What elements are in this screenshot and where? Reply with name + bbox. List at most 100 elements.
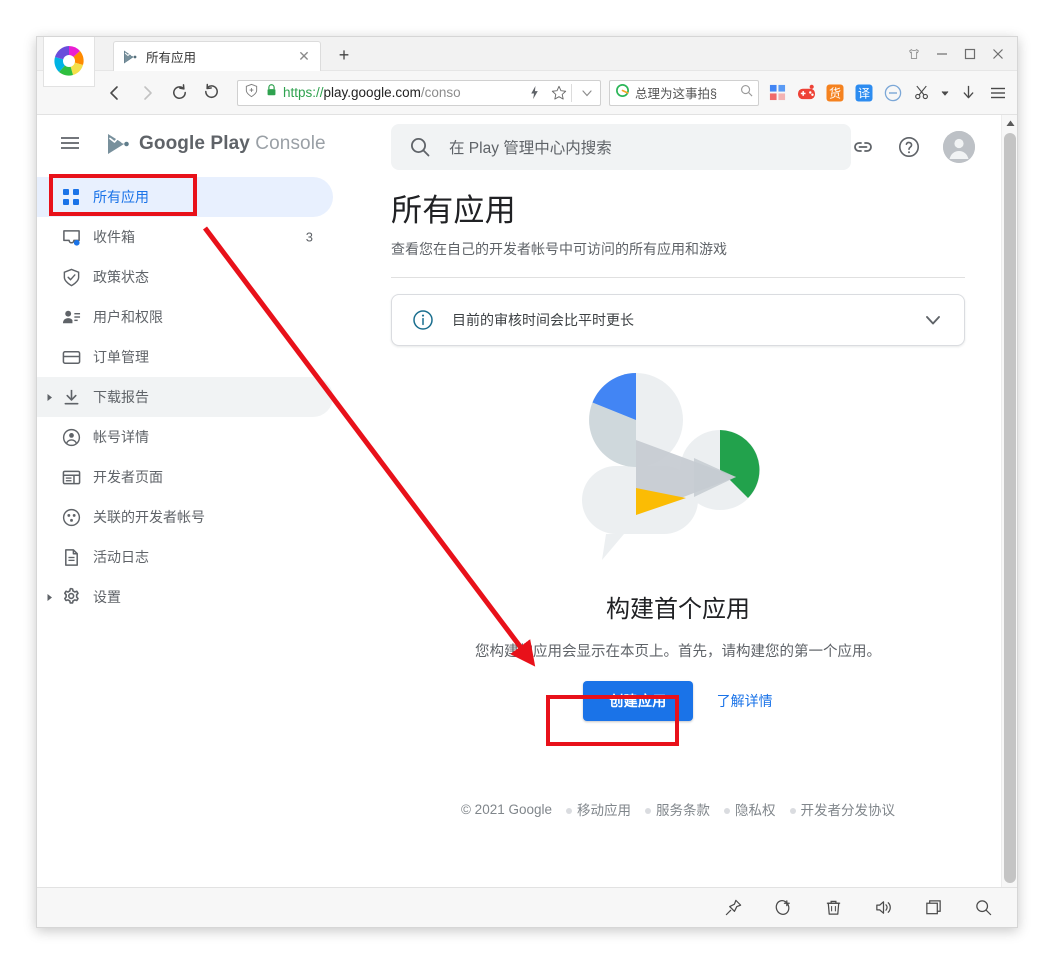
sidebar-item-label: 订单管理: [93, 349, 149, 365]
sidebar-item-activity-log[interactable]: 活动日志: [37, 537, 333, 577]
info-banner[interactable]: 目前的审核时间会比平时更长: [391, 294, 965, 346]
sidebar-item-users-permissions[interactable]: 用户和权限: [37, 297, 333, 337]
volume-icon[interactable]: [873, 898, 893, 918]
grid-apps-icon: [61, 187, 81, 207]
extensions-bar: 货 译: [767, 82, 1017, 104]
chevron-down-icon[interactable]: [941, 83, 949, 103]
scrollbar-thumb[interactable]: [1004, 133, 1016, 883]
sidebar-item-policy-status[interactable]: 政策状态: [37, 257, 333, 297]
shield-icon[interactable]: [244, 83, 259, 103]
window-icon[interactable]: [923, 898, 943, 918]
trash-icon[interactable]: [823, 898, 843, 918]
link-icon[interactable]: [851, 135, 875, 159]
search-icon[interactable]: [740, 84, 753, 102]
footer-link-label: 移动应用: [577, 803, 631, 818]
footer-link-item[interactable]: 服务条款: [645, 799, 710, 819]
close-button[interactable]: [985, 41, 1011, 67]
sidebar-item-inbox[interactable]: 收件箱 3: [37, 217, 333, 257]
close-icon[interactable]: ✕: [296, 48, 312, 65]
learn-more-link[interactable]: 了解详情: [717, 691, 773, 711]
chevron-down-icon[interactable]: [922, 309, 944, 331]
console-topbar: 在 Play 管理中心内搜索: [355, 115, 1001, 179]
footer-link-item[interactable]: 隐私权: [724, 799, 776, 819]
forward-button[interactable]: [133, 79, 161, 107]
browser-statusbar: [37, 887, 1017, 927]
sidebar-item-download-reports[interactable]: 下载报告: [37, 377, 333, 417]
star-icon[interactable]: [551, 85, 567, 101]
url-bar[interactable]: https://play.google.com/conso: [237, 79, 601, 106]
sidebar-item-order-management[interactable]: 订单管理: [37, 337, 333, 377]
console-search-input[interactable]: 在 Play 管理中心内搜索: [391, 124, 851, 170]
sidebar-item-developer-page[interactable]: 开发者页面: [37, 457, 333, 497]
translate-extension-icon[interactable]: 译: [854, 83, 874, 103]
download-icon[interactable]: [958, 83, 978, 103]
page-title: 所有应用: [391, 193, 516, 228]
console-search-placeholder: 在 Play 管理中心内搜索: [449, 140, 612, 157]
topbar-actions: [851, 131, 975, 163]
url-scheme: https://: [283, 85, 324, 100]
browser-logo: [43, 37, 95, 87]
help-circle-icon[interactable]: [897, 135, 921, 159]
browser-window: 所有应用 ✕ + https://play.google.com/conso 总…: [36, 36, 1018, 928]
search-query: 总理为这事拍§: [635, 87, 717, 101]
skin-shirt-icon[interactable]: [901, 41, 927, 67]
browser-navbar: https://play.google.com/conso 总理为这事拍§ 货 …: [37, 71, 1017, 115]
sidebar-item-label: 设置: [93, 589, 121, 605]
pin-icon[interactable]: [723, 898, 743, 918]
sidebar-item-label: 政策状态: [93, 269, 149, 285]
browser-tabstrip: 所有应用 ✕ +: [37, 37, 1017, 87]
lock-icon: [265, 83, 278, 102]
back-button[interactable]: [101, 79, 129, 107]
sidebar-item-account-details[interactable]: 帐号详情: [37, 417, 333, 457]
scroll-up-arrow-icon[interactable]: [1002, 115, 1017, 131]
sidebar-item-label: 所有应用: [93, 189, 149, 205]
browser-tab[interactable]: 所有应用 ✕: [113, 41, 321, 71]
undo-button[interactable]: [197, 79, 225, 107]
lightning-icon[interactable]: [528, 85, 541, 100]
page-scrollbar[interactable]: [1001, 115, 1017, 907]
bullet-dot-icon: [645, 808, 651, 815]
browser-menu-icon[interactable]: [987, 82, 1009, 104]
account-circle-icon: [61, 427, 81, 447]
search-icon: [409, 136, 431, 158]
footer-link-label: 开发者分发协议: [800, 803, 896, 818]
reload-button[interactable]: [165, 79, 193, 107]
maximize-button[interactable]: [957, 41, 983, 67]
chevron-down-icon[interactable]: [580, 86, 594, 100]
create-app-button[interactable]: 创建应用: [583, 681, 693, 721]
sidebar-item-all-apps[interactable]: 所有应用: [37, 177, 333, 217]
grid-extension-icon[interactable]: [767, 83, 787, 103]
pen-circle-icon[interactable]: [773, 898, 793, 918]
game-controller-extension-icon[interactable]: [796, 83, 816, 103]
search-icon[interactable]: [973, 898, 993, 918]
new-tab-button[interactable]: +: [333, 45, 355, 67]
brand-name-light: Console: [249, 133, 326, 154]
chevron-right-icon[interactable]: [43, 591, 55, 603]
search-input[interactable]: 总理为这事拍§: [609, 79, 759, 106]
screenshot-root: 所有应用 ✕ + https://play.google.com/conso 总…: [0, 0, 1053, 958]
sidebar-item-linked-developer-accounts[interactable]: 关联的开发者帐号: [37, 497, 333, 537]
screenshot-scissors-icon[interactable]: [912, 83, 932, 103]
qihoo-search-icon: [615, 83, 630, 103]
sidebar-item-label: 收件箱: [93, 229, 135, 245]
linked-accounts-icon: [61, 507, 81, 527]
google-play-icon: [122, 49, 138, 65]
minimize-button[interactable]: [929, 41, 955, 67]
sidebar-item-settings[interactable]: 设置: [37, 577, 333, 617]
footer-copyright: © 2021 Google: [460, 801, 552, 817]
console-sidebar: Google Play Console 所有应用 收件箱 3 政策状态 用户和权…: [37, 115, 355, 907]
empty-state: 构建首个应用 您构建的应用会显示在本页上。首先，请构建您的第一个应用。 创建应用…: [355, 352, 1001, 721]
hamburger-menu-icon[interactable]: [59, 132, 83, 156]
bullet-dot-icon: [724, 808, 730, 815]
user-avatar-icon[interactable]: [943, 131, 975, 163]
adblock-extension-icon[interactable]: [883, 83, 903, 103]
page-viewport: Google Play Console 所有应用 收件箱 3 政策状态 用户和权…: [37, 115, 1017, 907]
footer-link-item[interactable]: 开发者分发协议: [789, 799, 896, 819]
sidebar-item-label: 开发者页面: [93, 469, 163, 485]
footer-link-item[interactable]: 移动应用: [566, 799, 631, 819]
info-banner-text: 目前的审核时间会比平时更长: [452, 312, 634, 328]
chevron-right-icon[interactable]: [43, 391, 55, 403]
shield-check-icon: [61, 267, 81, 287]
footer-link-label: 服务条款: [656, 803, 710, 818]
shopping-extension-icon[interactable]: 货: [825, 83, 845, 103]
